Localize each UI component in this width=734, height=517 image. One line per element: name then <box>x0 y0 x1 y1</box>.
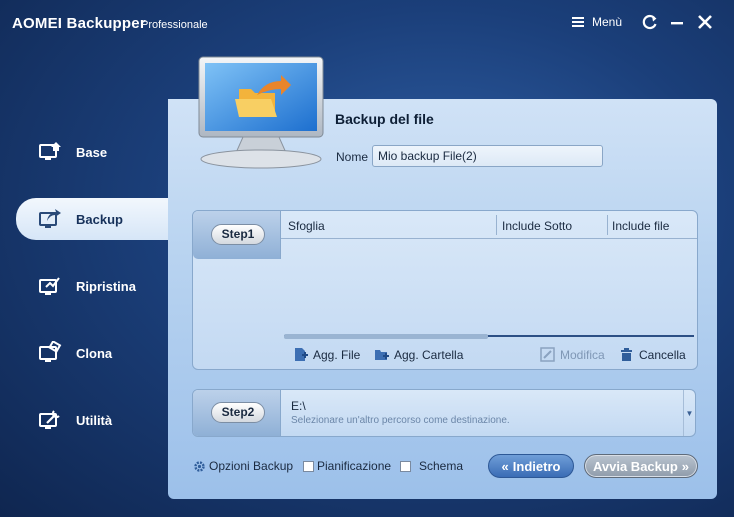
backup-name-input[interactable]: Mio backup File(2) <box>372 145 603 167</box>
monitor-tools-icon <box>39 410 60 429</box>
step2-destination-box[interactable]: Step2 E:\ Selezionare un'altro percorso … <box>192 389 696 437</box>
monitor-home-icon <box>39 142 61 160</box>
column-divider <box>607 215 608 235</box>
chevron-down-icon: ▼ <box>685 408 694 418</box>
add-folder-icon <box>375 350 389 360</box>
page-title: Backup del file <box>335 111 434 127</box>
step1-header: Step1 <box>193 211 281 259</box>
monitor-backup-icon <box>39 209 61 228</box>
sidebar-item-label: Utilità <box>76 412 113 428</box>
step2-button[interactable]: Step2 <box>211 402 265 423</box>
scrollbar-thumb[interactable] <box>284 334 488 339</box>
scheme-checkbox[interactable]: Schema <box>400 459 463 473</box>
start-backup-label: Avvia Backup <box>592 458 678 474</box>
delete-label: Cancella <box>639 347 686 362</box>
scheme-label: Schema <box>419 459 464 473</box>
gear-icon <box>194 460 205 472</box>
sidebar-item-tools[interactable]: Utilità <box>16 399 168 441</box>
schedule-checkbox[interactable]: Pianificazione <box>303 459 391 473</box>
monitor-clone-icon <box>39 341 62 362</box>
sidebar-item-restore[interactable]: Ripristina <box>16 265 168 307</box>
refresh-icon[interactable] <box>641 13 659 31</box>
step1-button[interactable]: Step1 <box>211 224 265 245</box>
double-chevron-right-icon: » <box>681 458 689 474</box>
edit-label: Modifica <box>560 347 605 362</box>
edit-icon <box>540 347 555 362</box>
double-chevron-left-icon: « <box>501 458 509 474</box>
menu-button[interactable]: Menù <box>572 15 622 29</box>
delete-button[interactable]: Cancella <box>619 347 686 362</box>
title-bar: AOMEI Backupper Professionale Menù <box>0 0 734 46</box>
backup-options-label: Opzioni Backup <box>209 459 294 473</box>
app-title: AOMEI Backupper <box>12 15 146 32</box>
edit-button[interactable]: Modifica <box>540 347 605 362</box>
sidebar-item-backup[interactable]: Backup <box>16 198 168 240</box>
add-folder-button[interactable]: Agg. Cartella <box>374 347 463 362</box>
checkbox[interactable] <box>303 460 314 472</box>
destination-hint: Selezionare un'altro percorso come desti… <box>291 415 510 426</box>
sidebar-item-label: Backup <box>76 211 123 227</box>
add-file-button[interactable]: Agg. File <box>293 347 360 362</box>
close-icon[interactable] <box>696 13 714 31</box>
destination-dropdown[interactable]: ▼ <box>683 390 695 436</box>
schedule-label: Pianificazione <box>317 459 392 473</box>
back-button[interactable]: « Indietro <box>488 454 574 478</box>
menu-label: Menù <box>592 15 623 29</box>
app-edition: Professionale <box>141 19 208 31</box>
column-include-files[interactable]: Include file <box>612 219 669 233</box>
source-list[interactable] <box>281 239 697 335</box>
start-backup-button[interactable]: Avvia Backup » <box>584 454 698 478</box>
name-label: Nome <box>336 150 369 164</box>
add-file-icon <box>295 348 308 361</box>
sidebar-item-label: Clona <box>76 345 113 361</box>
destination-path: E:\ <box>291 399 306 413</box>
backup-monitor-icon <box>198 56 324 169</box>
back-label: Indietro <box>512 458 561 474</box>
add-folder-label: Agg. Cartella <box>394 347 464 362</box>
checkbox[interactable] <box>400 460 411 472</box>
monitor-restore-icon <box>39 277 60 295</box>
column-include-subfolders[interactable]: Include Sotto <box>502 219 572 233</box>
sidebar-item-base[interactable]: Base <box>16 131 168 173</box>
trash-icon <box>621 348 632 361</box>
hamburger-icon <box>572 17 584 27</box>
sidebar-item-label: Base <box>76 144 108 160</box>
column-browse[interactable]: Sfoglia <box>288 219 325 233</box>
minimize-icon[interactable] <box>668 13 686 31</box>
step1-source-box: Step1 Sfoglia Include Sotto Include file… <box>192 210 698 370</box>
backup-options-link[interactable]: Opzioni Backup <box>193 459 293 473</box>
sidebar-item-label: Ripristina <box>76 278 136 294</box>
step2-header: Step2 <box>193 390 281 436</box>
sidebar-item-clone[interactable]: Clona <box>16 332 168 374</box>
add-file-label: Agg. File <box>313 347 361 362</box>
column-divider <box>496 215 497 235</box>
